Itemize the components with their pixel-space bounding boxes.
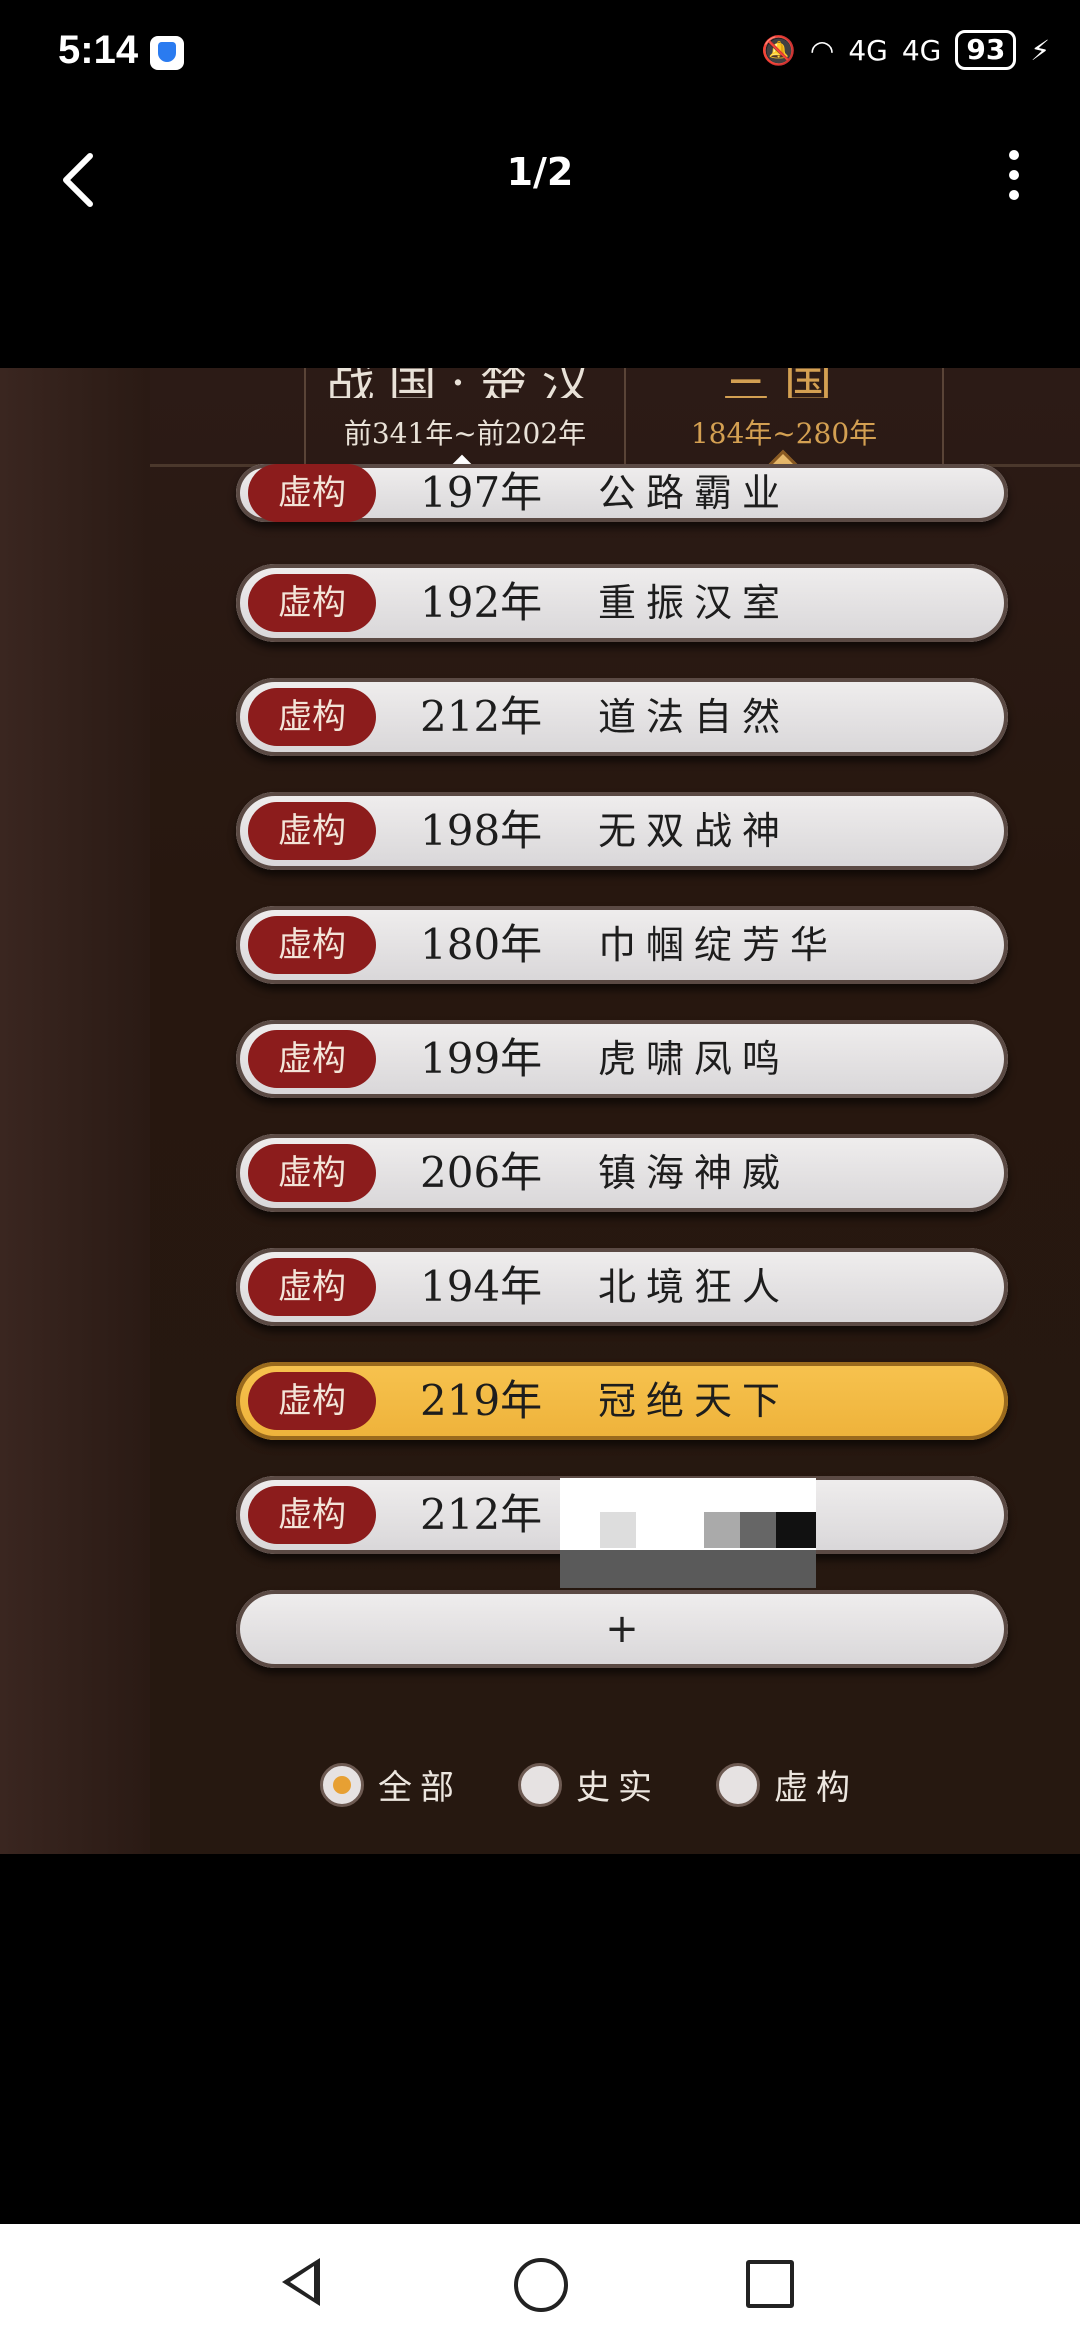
- filter-label: 史实: [576, 1768, 660, 1808]
- filter-label: 全部: [378, 1768, 462, 1808]
- fiction-badge: 虚构: [248, 464, 376, 522]
- era-name: 三国: [721, 368, 846, 398]
- scenario-year: 194年: [420, 1262, 543, 1311]
- era-name: 战国·楚汉: [326, 368, 604, 398]
- era-range: 184年~280年: [690, 417, 878, 450]
- system-navigation-bar: [0, 2224, 1080, 2340]
- scenario-year: 197年: [420, 468, 543, 517]
- scenario-row[interactable]: 虚构 199年 虎啸凤鸣: [236, 1020, 1008, 1098]
- nav-back-icon[interactable]: [282, 2258, 320, 2306]
- plus-icon: +: [605, 1606, 639, 1652]
- mute-icon: 🔕: [761, 33, 796, 67]
- fiction-badge: 虚构: [248, 688, 376, 746]
- scenario-name: 北境狂人: [598, 1265, 791, 1309]
- scenario-row[interactable]: 虚构 192年 重振汉室: [236, 564, 1008, 642]
- scenario-row[interactable]: 虚构 198年 无双战神: [236, 792, 1008, 870]
- fiction-badge: 虚构: [248, 916, 376, 974]
- fiction-badge: 虚构: [248, 1486, 376, 1544]
- fiction-badge: 虚构: [248, 574, 376, 632]
- radio-icon: [518, 1762, 562, 1807]
- filter-group: 全部 史实 虚构: [320, 1760, 858, 1809]
- status-icons: 🔕 ◠ 4G 4G 93 ⚡: [761, 30, 1050, 70]
- scenario-name: 无双战神: [598, 809, 791, 853]
- era-tab-three-kingdoms[interactable]: 三国 184年~280年: [626, 368, 944, 464]
- era-range: 前341年~前202年: [343, 417, 587, 450]
- scenario-year: 192年: [420, 578, 543, 627]
- add-scenario-button[interactable]: +: [236, 1590, 1008, 1668]
- era-tab-warring-states[interactable]: 战国·楚汉 前341年~前202年: [304, 368, 626, 464]
- scenario-row[interactable]: 虚构 194年 北境狂人: [236, 1248, 1008, 1326]
- fiction-badge: 虚构: [248, 1258, 376, 1316]
- photo-left-shade: [0, 368, 150, 1854]
- filter-historical[interactable]: 史实: [518, 1760, 660, 1809]
- network-4g-icon-2: 4G: [901, 33, 942, 67]
- scenario-row[interactable]: 虚构 212年 道法自然: [236, 678, 1008, 756]
- fiction-badge: 虚构: [248, 802, 376, 860]
- radio-selected-icon: [320, 1762, 364, 1807]
- scenario-year: 212年: [420, 692, 543, 741]
- scenario-row[interactable]: 虚构 180年 巾帼绽芳华: [236, 906, 1008, 984]
- scenario-year: 212年: [420, 1490, 543, 1539]
- scenario-name: 巾帼绽芳华: [598, 923, 839, 967]
- charging-icon: ⚡: [1030, 33, 1050, 67]
- scenario-name: 冠绝天下: [598, 1379, 791, 1423]
- more-options-icon[interactable]: [1006, 150, 1022, 200]
- nav-recents-icon[interactable]: [746, 2260, 794, 2308]
- scenario-row-selected[interactable]: 虚构 219年 冠绝天下: [236, 1362, 1008, 1440]
- scenario-name: 公路霸业: [598, 471, 791, 515]
- scenario-year: 180年: [420, 920, 543, 969]
- fiction-badge: 虚构: [248, 1144, 376, 1202]
- photo-viewer[interactable]: 战国·楚汉 前341年~前202年 三国 184年~280年 虚构 197年 公…: [0, 368, 1080, 1854]
- filter-all[interactable]: 全部: [320, 1760, 462, 1809]
- fiction-badge: 虚构: [248, 1030, 376, 1088]
- security-shield-icon: [150, 36, 184, 70]
- fiction-badge: 虚构: [248, 1372, 376, 1430]
- filter-fiction[interactable]: 虚构: [716, 1760, 858, 1809]
- radio-icon: [716, 1762, 760, 1807]
- scenario-row[interactable]: 虚构 206年 镇海神威: [236, 1134, 1008, 1212]
- network-4g-icon: 4G: [848, 33, 888, 67]
- filter-label: 虚构: [774, 1768, 858, 1808]
- scenario-name: 镇海神威: [598, 1151, 791, 1195]
- scenario-year: 199年: [420, 1034, 543, 1083]
- scenario-year: 198年: [420, 806, 543, 855]
- nav-home-icon[interactable]: [514, 2258, 568, 2312]
- status-time: 5:14: [58, 28, 139, 72]
- battery-indicator: 93: [955, 30, 1017, 70]
- scenario-row[interactable]: 虚构 197年 公路霸业: [236, 464, 1008, 522]
- image-counter: 1/2: [506, 150, 574, 194]
- scenario-name: 道法自然: [598, 695, 791, 739]
- scenario-name: 重振汉室: [598, 581, 791, 625]
- scenario-year: 219年: [420, 1376, 543, 1425]
- scenario-name: 虎啸凤鸣: [598, 1037, 791, 1081]
- scenario-year: 206年: [420, 1148, 543, 1197]
- wifi-icon: ◠: [809, 33, 835, 67]
- pixelated-redaction: [560, 1478, 816, 1588]
